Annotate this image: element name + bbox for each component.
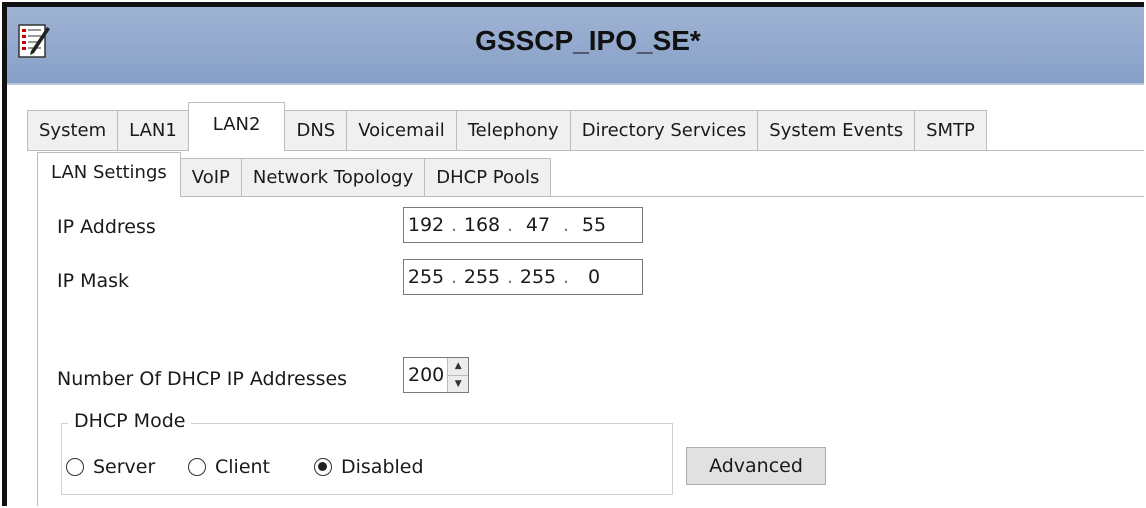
ip-mask-octet-4[interactable]: 0 — [572, 266, 616, 288]
tab-dns[interactable]: DNS — [284, 110, 348, 151]
dhcp-mode-group: DHCP Mode Server Client Disabled — [61, 410, 673, 495]
tab-system[interactable]: System — [27, 110, 119, 151]
tab-lan2[interactable]: LAN2 — [187, 102, 286, 151]
dhcp-count-label: Number Of DHCP IP Addresses — [57, 368, 348, 390]
ip-mask-field[interactable]: 255 . 255 . 255 . 0 — [403, 259, 643, 295]
tab-voicemail[interactable]: Voicemail — [346, 110, 457, 151]
dhcp-count-stepper[interactable]: 200 ▲ ▼ — [403, 357, 469, 393]
ip-address-octet-3[interactable]: 47 — [516, 214, 560, 236]
tab-smtp[interactable]: SMTP — [914, 110, 987, 151]
tab-directory-services[interactable]: Directory Services — [569, 110, 759, 151]
advanced-button[interactable]: Advanced — [686, 447, 826, 485]
application-window: GSSCP_IPO_SE* System LAN1 LAN2 DNS Voice… — [2, 2, 1144, 506]
window-title: GSSCP_IPO_SE* — [475, 25, 701, 56]
tab-lan1[interactable]: LAN1 — [117, 110, 189, 151]
ip-mask-label: IP Mask — [57, 270, 130, 292]
radio-server-label: Server — [93, 456, 156, 478]
radio-disabled-label: Disabled — [341, 456, 424, 478]
radio-unchecked-icon[interactable] — [188, 458, 206, 476]
tab-network-topology[interactable]: Network Topology — [240, 158, 426, 197]
tab-voip[interactable]: VoIP — [179, 158, 242, 197]
content-border — [37, 196, 38, 506]
main-tab-bar: System LAN1 LAN2 DNS Voicemail Telephony… — [27, 102, 987, 151]
title-bar: GSSCP_IPO_SE* — [7, 7, 1144, 85]
ip-mask-octet-2[interactable]: 255 — [460, 266, 504, 288]
ip-address-octet-4[interactable]: 55 — [572, 214, 616, 236]
spin-up-icon[interactable]: ▲ — [448, 358, 468, 376]
radio-unchecked-icon[interactable] — [66, 458, 84, 476]
ip-mask-octet-3[interactable]: 255 — [516, 266, 560, 288]
ip-mask-octet-1[interactable]: 255 — [404, 266, 448, 288]
radio-disabled[interactable]: Disabled — [314, 456, 424, 478]
sub-tab-bar: LAN Settings VoIP Network Topology DHCP … — [37, 152, 552, 197]
radio-server[interactable]: Server — [66, 456, 155, 478]
radio-checked-icon[interactable] — [314, 458, 332, 476]
dhcp-mode-legend: DHCP Mode — [68, 410, 192, 432]
ip-address-octet-1[interactable]: 192 — [404, 214, 448, 236]
spin-down-icon[interactable]: ▼ — [448, 375, 468, 392]
ip-address-field[interactable]: 192 . 168 . 47 . 55 — [403, 207, 643, 243]
lan2-panel: System LAN1 LAN2 DNS Voicemail Telephony… — [7, 85, 1144, 506]
ip-address-label: IP Address — [57, 216, 156, 238]
radio-client[interactable]: Client — [188, 456, 270, 478]
sub-tab-divider — [37, 196, 1144, 197]
ip-address-octet-2[interactable]: 168 — [460, 214, 504, 236]
tab-telephony[interactable]: Telephony — [455, 110, 571, 151]
dhcp-count-value[interactable]: 200 — [404, 364, 447, 386]
radio-client-label: Client — [215, 456, 271, 478]
tab-dhcp-pools[interactable]: DHCP Pools — [424, 158, 552, 197]
tab-lan-settings[interactable]: LAN Settings — [37, 152, 181, 197]
tab-system-events[interactable]: System Events — [757, 110, 916, 151]
